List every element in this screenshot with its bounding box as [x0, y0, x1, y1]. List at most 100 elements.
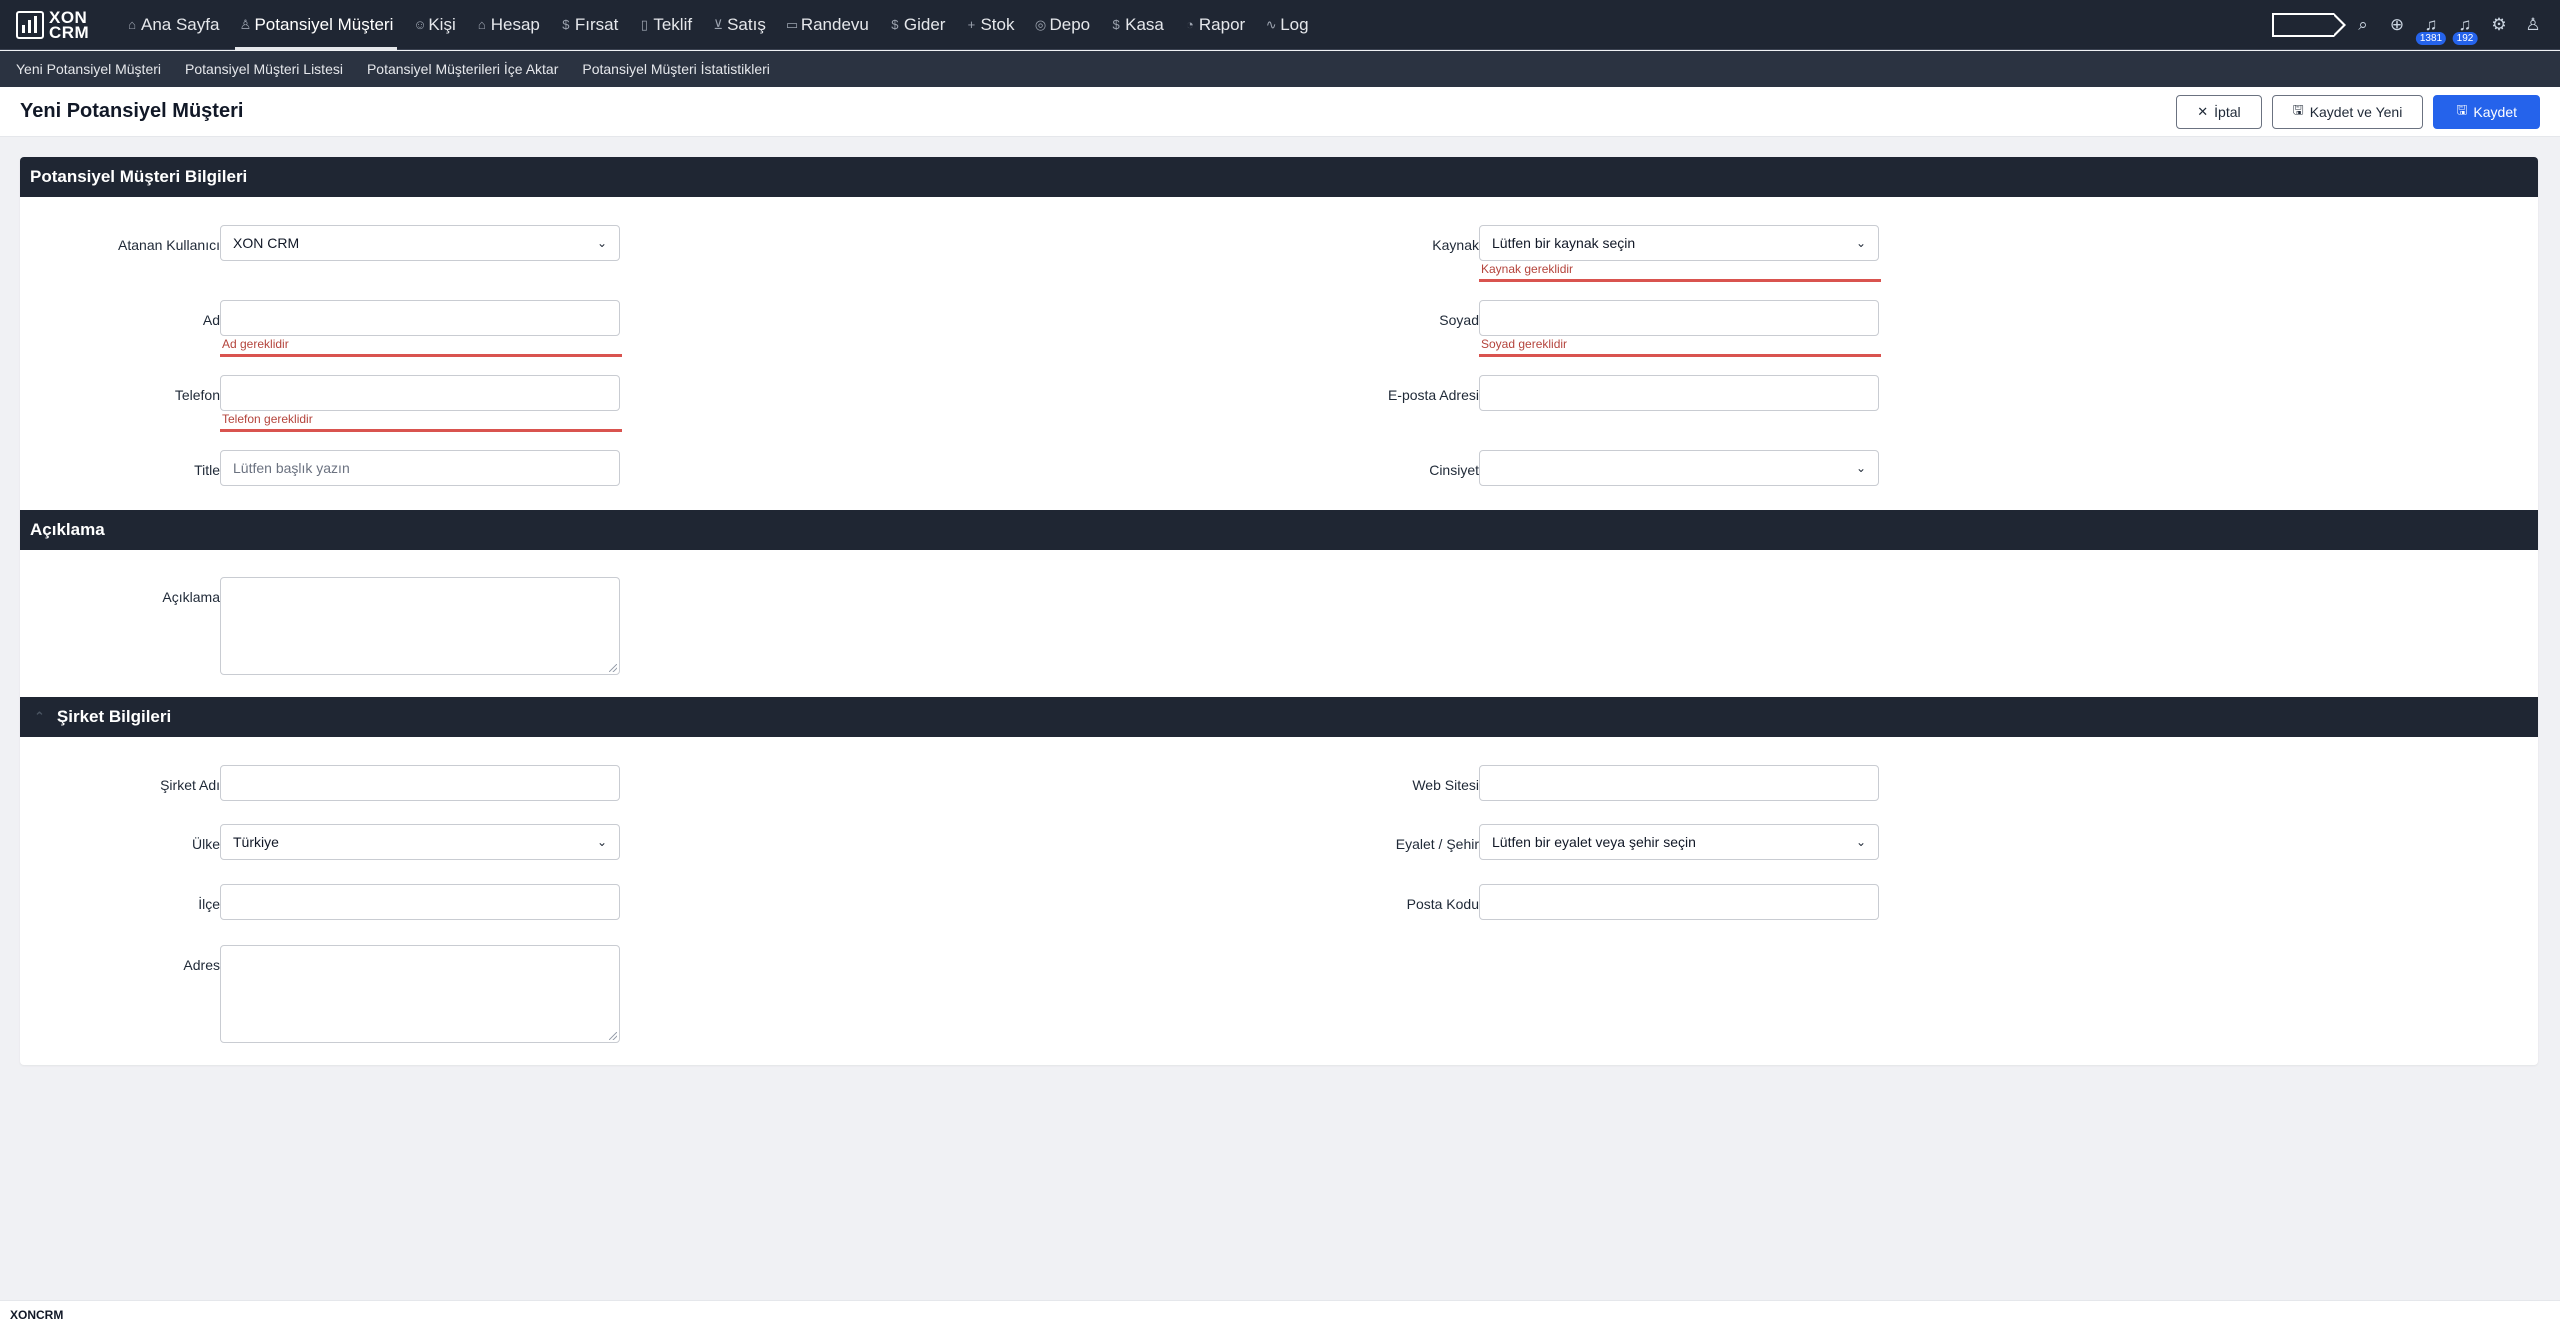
page-header: Yeni Potansiyel Müşteri ✕ İptal 🖫 Kaydet v… — [0, 87, 2560, 137]
close-icon: ✕ — [2197, 104, 2209, 119]
page-title: Yeni Potansiyel Müşteri — [20, 100, 244, 122]
save-button[interactable]: 🖫 Kaydet — [2433, 95, 2540, 129]
gender-select[interactable]: ⌄ — [1479, 450, 1879, 486]
assigned-user-select[interactable]: XON CRM ⌄ — [220, 225, 620, 261]
country-label: Ülke — [191, 836, 220, 852]
postal-code-input[interactable] — [1479, 884, 1879, 920]
postal-code-label: Posta Kodu — [1406, 896, 1479, 912]
sub-navbar: Yeni Potansiyel Müşteri Potansiyel Müşte… — [0, 51, 2560, 87]
title-label: Title — [194, 462, 220, 478]
email-label: E-posta Adresi — [1387, 387, 1479, 403]
footer-brand: XONCRM — [10, 1307, 64, 1322]
settings-gear-icon[interactable]: ⚙ — [2482, 8, 2516, 42]
first-name-error: Ad gereklidir — [220, 338, 622, 357]
notifications-badge: 1381 — [2415, 32, 2447, 45]
dollar-icon: $ — [562, 17, 570, 32]
phone-error: Telefon gereklidir — [220, 413, 622, 432]
nav-item-stok[interactable]: + Stok — [961, 0, 1018, 50]
navbar-right-tools: ⌕ ⊕ ♫ 1381 ♫ 192 ⚙ ♙ — [2272, 0, 2550, 50]
first-name-input[interactable] — [220, 300, 620, 336]
last-name-label: Soyad — [1439, 312, 1479, 328]
footer: XONCRM — [0, 1300, 2560, 1328]
lead-form-card: Potansiyel Müşteri Bilgileri Atanan Kull… — [20, 157, 2538, 1065]
assigned-user-label: Atanan Kullanıcı — [118, 237, 220, 253]
header-actions: ✕ İptal 🖫 Kaydet ve Yeni 🖫 Kaydet — [2176, 95, 2540, 129]
cancel-button[interactable]: ✕ İptal — [2176, 95, 2262, 129]
logo-chart-icon — [16, 10, 44, 39]
nav-item-kasa[interactable]: $ Kasa — [1106, 0, 1168, 50]
save-icon: 🖫 — [2292, 102, 2304, 117]
nav-item-ana-sayfa[interactable]: ⌂ Ana Sayfa — [122, 0, 223, 50]
section-description-title: Açıklama — [30, 520, 105, 539]
document-icon: ▯ — [640, 16, 648, 32]
cart-icon: ⊻ — [713, 16, 723, 32]
activity-icon: ∿ — [1265, 16, 1277, 32]
subnav-new-lead[interactable]: Yeni Potansiyel Müşteri — [16, 61, 161, 77]
description-label: Açıklama — [162, 589, 220, 605]
section-lead-info-header[interactable]: Potansiyel Müşteri Bilgileri — [20, 157, 2538, 197]
subnav-import-leads[interactable]: Potansiyel Müşterileri İçe Aktar — [367, 61, 558, 77]
section-company-header[interactable]: ⌃ Şirket Bilgileri — [20, 697, 2538, 737]
chevron-down-icon: ⌄ — [1855, 835, 1866, 849]
nav-item-kisi[interactable]: ☺ Kişi — [409, 0, 459, 50]
last-name-error: Soyad gereklidir — [1479, 338, 1881, 357]
email-input[interactable] — [1479, 375, 1879, 411]
save-and-new-button[interactable]: 🖫 Kaydet ve Yeni — [2271, 95, 2424, 129]
messages-badge: 192 — [2452, 32, 2478, 45]
title-placeholder: Lütfen başlık yazın — [233, 460, 350, 476]
source-label: Kaynak — [1432, 237, 1479, 253]
user-icon: ♙ — [239, 16, 252, 32]
user-profile-icon[interactable]: ♙ — [2516, 8, 2550, 42]
website-input[interactable] — [1479, 765, 1879, 801]
title-input[interactable]: Lütfen başlık yazın — [220, 450, 620, 486]
nav-item-potansiyel-musteri[interactable]: ♙ Potansiyel Müşteri — [235, 0, 398, 50]
calendar-icon: ▭ — [785, 16, 799, 32]
chevron-down-icon: ⌄ — [1855, 236, 1866, 250]
district-input[interactable] — [220, 884, 620, 920]
address-textarea[interactable] — [220, 945, 620, 1043]
nav-item-firsat[interactable]: $ Fırsat — [556, 0, 622, 50]
section-lead-info-title: Potansiyel Müşteri Bilgileri — [30, 167, 248, 186]
chart-pie-icon: ◔ — [1185, 17, 1194, 32]
address-label: Adres — [183, 957, 220, 973]
add-circle-icon[interactable]: ⊕ — [2380, 8, 2414, 42]
gender-label: Cinsiyet — [1429, 462, 1479, 478]
messages-bell-icon[interactable]: ♫ 192 — [2448, 8, 2482, 45]
chevron-down-icon: ⌄ — [596, 236, 607, 250]
chevron-down-icon: ⌄ — [1855, 461, 1866, 475]
last-name-input[interactable] — [1479, 300, 1879, 336]
main-nav: ⌂ Ana Sayfa ♙ Potansiyel Müşteri ☺ Kişi ⌂ He… — [122, 0, 1325, 50]
description-textarea[interactable] — [220, 577, 620, 675]
chevron-down-icon: ⌄ — [596, 835, 607, 849]
chevron-up-icon: ⌃ — [34, 709, 45, 724]
subnav-lead-list[interactable]: Potansiyel Müşteri Listesi — [185, 61, 343, 77]
notifications-bell-icon[interactable]: ♫ 1381 — [2414, 8, 2448, 45]
app-logo[interactable]: XON CRM — [16, 8, 112, 42]
nav-item-depo[interactable]: ◎ Depo — [1031, 0, 1095, 50]
nav-item-rapor[interactable]: ◔ Rapor — [1180, 0, 1249, 50]
section-description-header[interactable]: Açıklama — [20, 510, 2538, 550]
country-select[interactable]: Türkiye ⌄ — [220, 824, 620, 860]
nav-item-hesap[interactable]: ⌂ Hesap — [472, 0, 544, 50]
section-company-title: Şirket Bilgileri — [56, 707, 172, 726]
company-name-input[interactable] — [220, 765, 620, 801]
state-select[interactable]: Lütfen bir eyalet veya şehir seçin ⌄ — [1479, 824, 1879, 860]
district-label: İlçe — [198, 896, 220, 912]
nav-item-log[interactable]: ∿ Log — [1261, 0, 1312, 50]
phone-input[interactable] — [220, 375, 620, 411]
nav-item-teklif[interactable]: ▯ Teklif — [634, 0, 696, 50]
arrow-shape-icon[interactable] — [2272, 13, 2346, 37]
home-icon: ⌂ — [128, 17, 136, 32]
source-select[interactable]: Lütfen bir kaynak seçin ⌄ — [1479, 225, 1879, 261]
first-name-label: Ad — [202, 312, 220, 328]
save-icon: 🖫 — [2456, 102, 2468, 117]
search-icon[interactable]: ⌕ — [2346, 8, 2380, 42]
subnav-lead-stats[interactable]: Potansiyel Müşteri İstatistikleri — [582, 61, 770, 77]
nav-item-gider[interactable]: $ Gider — [885, 0, 950, 50]
company-name-label: Şirket Adı — [160, 777, 220, 793]
dollar-icon: $ — [891, 17, 899, 32]
building-icon: ⌂ — [477, 17, 486, 32]
nav-item-randevu[interactable]: ▭ Randevu — [782, 0, 873, 50]
warehouse-icon: ◎ — [1034, 16, 1047, 32]
nav-item-satis[interactable]: ⊻ Satış — [708, 0, 770, 50]
